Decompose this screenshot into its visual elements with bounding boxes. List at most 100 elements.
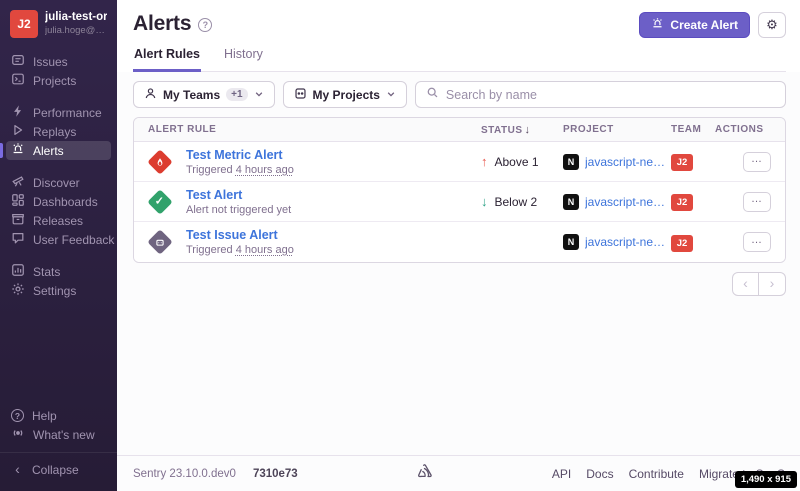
org-switcher[interactable]: J2 julia-test-org-2 … julia.hoge@sentry.… — [0, 10, 117, 38]
issue-alert-icon — [147, 229, 172, 254]
column-status[interactable]: Status↓ — [481, 124, 563, 136]
row-actions-button[interactable]: … — [743, 192, 771, 212]
sidebar-item-alerts[interactable]: Alerts — [6, 141, 111, 160]
filter-bar: My Teams +1 My Projects — [133, 81, 786, 108]
alerts-icon — [11, 142, 25, 159]
team-avatar[interactable]: J2 — [671, 235, 693, 252]
pagination: ‹ › — [133, 272, 786, 296]
alert-rule-link[interactable]: Test Metric Alert — [186, 147, 294, 163]
timeago[interactable]: 4 hours ago — [236, 244, 294, 256]
footer-link-docs[interactable]: Docs — [586, 467, 613, 481]
stats-icon — [11, 263, 25, 280]
column-actions: Actions — [715, 124, 771, 135]
pagination-next-button[interactable]: › — [759, 272, 786, 296]
nav-section-main: Issues Projects — [0, 52, 117, 90]
arrow-up-icon: ↑ — [481, 154, 488, 169]
sidebar-collapse-button[interactable]: ‹ Collapse — [6, 460, 111, 479]
sidebar-item-projects[interactable]: Projects — [6, 71, 111, 90]
sidebar-item-settings[interactable]: Settings — [6, 281, 111, 300]
sidebar-item-whats-new[interactable]: What's new — [6, 425, 111, 444]
tab-history[interactable]: History — [223, 47, 264, 72]
nav-section-perf: Performance Replays Alerts — [0, 103, 117, 160]
teams-filter-label: My Teams — [163, 88, 220, 102]
teams-count-badge: +1 — [226, 88, 247, 101]
column-project: Project — [563, 124, 671, 135]
org-avatar[interactable]: J2 — [10, 10, 38, 38]
sidebar-item-performance[interactable]: Performance — [6, 103, 111, 122]
projects-filter-dropdown[interactable]: My Projects — [283, 81, 407, 108]
team-avatar[interactable]: J2 — [671, 154, 693, 171]
sidebar-item-label: Help — [32, 409, 57, 423]
project-link[interactable]: javascript-nextjs — [585, 155, 671, 169]
siren-icon — [651, 17, 664, 33]
collapse-wrap: ‹ Collapse — [0, 452, 117, 479]
team-cell: J2 — [671, 152, 715, 171]
sidebar-item-help[interactable]: ? Help — [6, 406, 111, 425]
status-value: Below 2 — [495, 195, 538, 209]
nextjs-platform-icon: N — [563, 154, 579, 170]
status-value: Above 1 — [495, 155, 539, 169]
sidebar-item-user-feedback[interactable]: User Feedback — [6, 230, 111, 249]
search-input[interactable] — [446, 88, 775, 102]
row-actions-button[interactable]: … — [743, 152, 771, 172]
sidebar-item-label: Releases — [33, 214, 83, 228]
project-cell: N javascript-nextjs — [563, 154, 671, 170]
releases-icon — [11, 212, 25, 229]
sidebar-item-label: Collapse — [32, 463, 79, 477]
sidebar-item-releases[interactable]: Releases — [6, 211, 111, 230]
tab-alert-rules[interactable]: Alert Rules — [133, 47, 201, 72]
row-actions-button[interactable]: … — [743, 232, 771, 252]
alert-rule-link[interactable]: Test Issue Alert — [186, 227, 294, 243]
sentry-version: Sentry 23.10.0.dev0 — [133, 468, 236, 480]
nextjs-platform-icon: N — [563, 234, 579, 250]
active-accent-bar — [0, 143, 3, 158]
sort-desc-icon: ↓ — [525, 124, 531, 136]
sidebar-item-label: Discover — [33, 176, 80, 190]
status-cell: ↓ Below 2 — [481, 194, 563, 209]
alert-rule-link[interactable]: Test Alert — [186, 187, 291, 203]
rule-subtext: Alert not triggered yet — [186, 203, 291, 217]
org-name: julia-test-org-2 … — [45, 10, 107, 25]
rule-text: Test Issue Alert Triggered 4 hours ago — [186, 227, 294, 257]
footer-link-contribute[interactable]: Contribute — [629, 467, 684, 481]
status-cell: ↑ Above 1 — [481, 154, 563, 169]
project-cell: N javascript-nextjs — [563, 234, 671, 250]
table-header-row: Alert Rule Status↓ Project Team Actions — [134, 118, 785, 142]
timeago[interactable]: 4 hours ago — [236, 164, 294, 176]
sidebar-item-issues[interactable]: Issues — [6, 52, 111, 71]
sidebar-spacer — [0, 313, 117, 406]
rule-subtext: Triggered 4 hours ago — [186, 243, 294, 257]
dashboards-icon — [11, 193, 25, 210]
project-link[interactable]: javascript-nextjs — [585, 235, 671, 249]
create-alert-button[interactable]: Create Alert — [639, 12, 750, 38]
resolution-badge: 1,490 x 915 — [735, 471, 797, 488]
sidebar-item-label: What's new — [33, 428, 95, 442]
build-hash[interactable]: 7310e73 — [253, 468, 298, 480]
footer-left: Sentry 23.10.0.dev0 7310e73 — [133, 468, 298, 480]
sidebar-item-discover[interactable]: Discover — [6, 173, 111, 192]
nav-section-explore: Discover Dashboards Releases User Feedba… — [0, 173, 117, 249]
project-link[interactable]: javascript-nextjs — [585, 195, 671, 209]
org-meta: julia-test-org-2 … julia.hoge@sentry.io — [45, 10, 107, 38]
title-help-icon[interactable]: ? — [198, 18, 212, 32]
main-content: Alerts ? Create Alert ⚙ Alert Rules Hist… — [117, 0, 800, 491]
alerts-settings-button[interactable]: ⚙ — [758, 12, 786, 38]
table-row: Test Issue Alert Triggered 4 hours ago N… — [134, 222, 785, 262]
project-icon — [294, 87, 307, 103]
discover-icon — [11, 174, 25, 191]
replays-icon — [11, 123, 25, 140]
footer: Sentry 23.10.0.dev0 7310e73 API Docs Con… — [117, 455, 800, 491]
sidebar-item-dashboards[interactable]: Dashboards — [6, 192, 111, 211]
search-icon — [426, 86, 439, 104]
sidebar-item-stats[interactable]: Stats — [6, 262, 111, 281]
teams-filter-dropdown[interactable]: My Teams +1 — [133, 81, 275, 108]
metric-alert-critical-icon — [147, 149, 172, 174]
pagination-prev-button[interactable]: ‹ — [732, 272, 759, 296]
sidebar-item-replays[interactable]: Replays — [6, 122, 111, 141]
chevron-left-icon: ‹ — [11, 463, 24, 476]
sidebar-item-label: User Feedback — [33, 233, 114, 247]
rule-cell: ✓ Test Alert Alert not triggered yet — [148, 187, 481, 217]
footer-link-api[interactable]: API — [552, 467, 571, 481]
actions-cell: … — [715, 152, 771, 172]
team-avatar[interactable]: J2 — [671, 194, 693, 211]
